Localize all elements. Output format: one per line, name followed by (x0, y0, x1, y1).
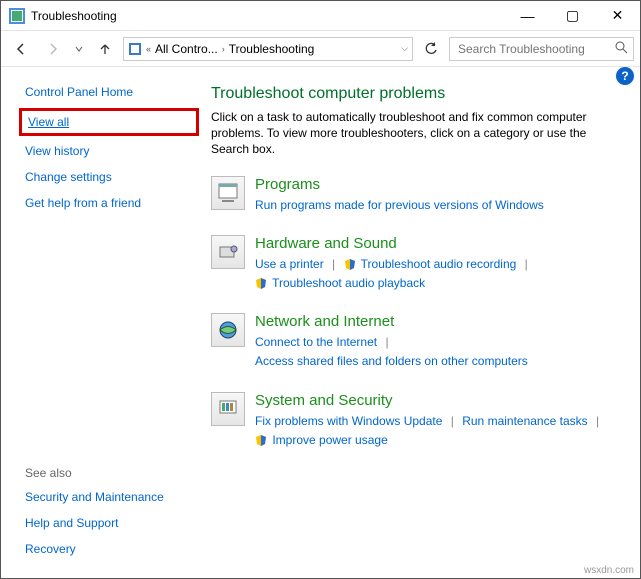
main-panel: ? Troubleshoot computer problems Click o… (211, 67, 640, 578)
sidebar: Control Panel Home View all View history… (1, 67, 211, 578)
app-icon (9, 8, 25, 24)
shield-icon (255, 434, 267, 446)
control-panel-icon (128, 42, 142, 56)
category-hardware-sound: Hardware and Sound Use a printer | Troub… (211, 235, 620, 293)
category-system-security: System and Security Fix problems with Wi… (211, 392, 620, 450)
search-icon[interactable] (615, 41, 628, 57)
sidebar-recovery[interactable]: Recovery (25, 542, 199, 556)
category-programs: Programs Run programs made for previous … (211, 176, 620, 215)
category-title-network[interactable]: Network and Internet (255, 313, 620, 330)
sidebar-change-settings[interactable]: Change settings (25, 170, 199, 184)
see-also-header: See also (25, 466, 199, 480)
link-run-maintenance[interactable]: Run maintenance tasks (462, 414, 587, 428)
watermark: wsxdn.com (584, 565, 634, 576)
link-troubleshoot-audio-playback[interactable]: Troubleshoot audio playback (272, 276, 425, 290)
address-bar[interactable]: « All Contro... › Troubleshooting ⌵ (123, 37, 413, 61)
window-title: Troubleshooting (31, 9, 505, 23)
chevron-down-icon[interactable]: ⌵ (401, 43, 408, 54)
link-run-programs-previous-windows[interactable]: Run programs made for previous versions … (255, 198, 544, 212)
search-box[interactable] (449, 37, 634, 61)
link-connect-internet[interactable]: Connect to the Internet (255, 335, 377, 349)
shield-icon (255, 277, 267, 289)
search-input[interactable] (456, 41, 615, 57)
divider: | (385, 335, 388, 349)
help-icon[interactable]: ? (616, 67, 634, 85)
maximize-button[interactable]: ▢ (550, 1, 595, 30)
category-title-hardware[interactable]: Hardware and Sound (255, 235, 620, 252)
sidebar-view-history[interactable]: View history (25, 144, 199, 158)
sidebar-help-support[interactable]: Help and Support (25, 516, 199, 530)
breadcrumb-seg-1[interactable]: All Contro... (155, 42, 218, 56)
back-button[interactable] (7, 35, 35, 63)
close-button[interactable]: ✕ (595, 1, 640, 30)
system-icon (211, 392, 245, 426)
sidebar-get-help-friend[interactable]: Get help from a friend (25, 196, 199, 210)
link-use-printer[interactable]: Use a printer (255, 257, 324, 271)
window-controls: — ▢ ✕ (505, 1, 640, 30)
link-troubleshoot-audio-recording[interactable]: Troubleshoot audio recording (361, 257, 517, 271)
page-intro: Click on a task to automatically trouble… (211, 109, 591, 158)
recent-dropdown[interactable] (71, 35, 87, 63)
sidebar-security-maintenance[interactable]: Security and Maintenance (25, 490, 199, 504)
page-title: Troubleshoot computer problems (211, 85, 620, 103)
divider: | (596, 414, 599, 428)
breadcrumb-seg-2[interactable]: Troubleshooting (229, 42, 315, 56)
hardware-icon (211, 235, 245, 269)
chevron-icon: « (146, 44, 151, 54)
category-title-system[interactable]: System and Security (255, 392, 620, 409)
sidebar-control-panel-home[interactable]: Control Panel Home (25, 85, 199, 99)
sidebar-view-all[interactable]: View all (19, 108, 199, 136)
category-title-programs[interactable]: Programs (255, 176, 620, 193)
link-access-shared-files[interactable]: Access shared files and folders on other… (255, 354, 528, 368)
forward-button[interactable] (39, 35, 67, 63)
title-bar: Troubleshooting — ▢ ✕ (1, 1, 640, 31)
divider: | (525, 257, 528, 271)
divider: | (451, 414, 454, 428)
chevron-icon: › (222, 44, 225, 54)
minimize-button[interactable]: — (505, 1, 550, 30)
network-icon (211, 313, 245, 347)
link-improve-power-usage[interactable]: Improve power usage (272, 433, 387, 447)
refresh-button[interactable] (417, 37, 445, 61)
up-button[interactable] (91, 35, 119, 63)
programs-icon (211, 176, 245, 210)
shield-icon (344, 258, 356, 270)
nav-bar: « All Contro... › Troubleshooting ⌵ (1, 31, 640, 67)
link-fix-windows-update[interactable]: Fix problems with Windows Update (255, 414, 442, 428)
divider: | (332, 257, 335, 271)
category-network-internet: Network and Internet Connect to the Inte… (211, 313, 620, 371)
